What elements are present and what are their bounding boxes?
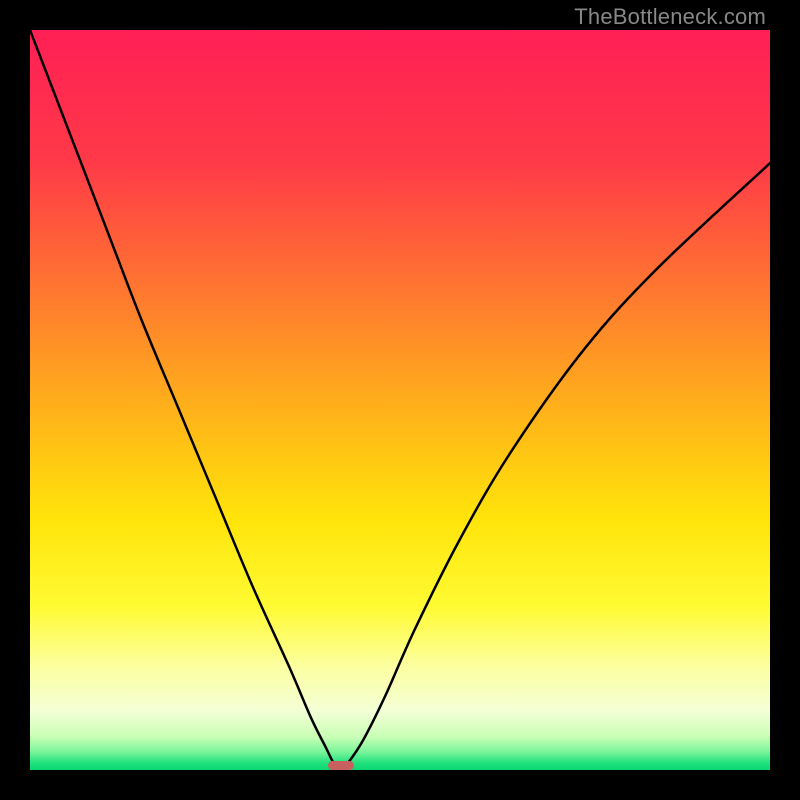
watermark-text: TheBottleneck.com xyxy=(574,4,766,30)
chart-frame xyxy=(30,30,770,770)
optimum-marker xyxy=(328,761,354,770)
bottleneck-curve xyxy=(30,30,770,770)
